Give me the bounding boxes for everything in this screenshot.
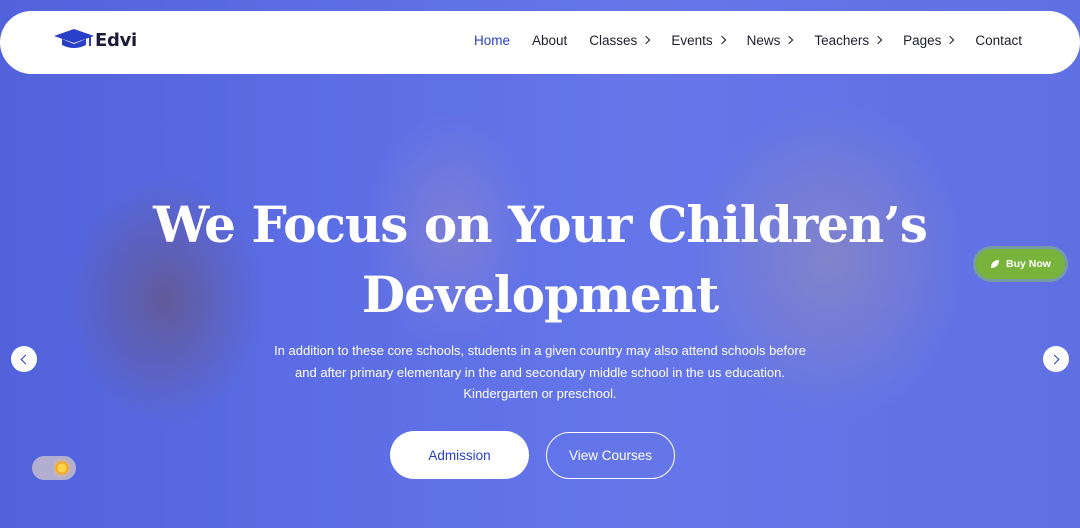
- buy-now-button[interactable]: Buy Now: [976, 249, 1065, 279]
- theme-toggle[interactable]: [32, 456, 76, 480]
- nav-item-label: About: [532, 33, 568, 48]
- nav-item-teachers[interactable]: Teachers: [814, 33, 883, 48]
- hero-description: In addition to these core schools, stude…: [0, 340, 1080, 405]
- hero-description-line-1: In addition to these core schools, stude…: [274, 343, 806, 358]
- hero-description-line-3: Kindergarten or preschool.: [463, 386, 617, 401]
- sun-icon: [53, 459, 71, 477]
- nav-item-label: Home: [474, 33, 511, 48]
- hero-title-line-1: We Focus on Your Children’s: [153, 195, 928, 254]
- nav-item-events[interactable]: Events: [671, 33, 726, 48]
- nav-item-label: Teachers: [814, 33, 870, 48]
- graduation-cap-icon: [54, 29, 94, 48]
- hero-description-line-2: and after primary elementary in the and …: [295, 364, 785, 380]
- view-courses-button[interactable]: View Courses: [546, 432, 675, 479]
- admission-button[interactable]: Admission: [390, 431, 529, 479]
- chevron-right-icon: [1049, 354, 1060, 364]
- nav-item-label: Pages: [903, 33, 942, 48]
- nav-item-label: Classes: [589, 33, 638, 48]
- nav-item-classes[interactable]: Classes: [589, 33, 651, 48]
- logo[interactable]: Edvi: [54, 29, 137, 51]
- nav-item-news[interactable]: News: [746, 33, 794, 48]
- nav-item-pages[interactable]: Pages: [903, 33, 955, 48]
- chevron-left-icon: [20, 354, 31, 364]
- chevron-right-icon: [873, 35, 883, 44]
- nav-item-contact[interactable]: Contact: [975, 33, 1022, 48]
- buy-now-label: Buy Now: [1006, 258, 1051, 270]
- slider-next-button[interactable]: [1043, 346, 1069, 372]
- slider-prev-button[interactable]: [11, 346, 37, 372]
- nav-item-label: News: [746, 33, 781, 48]
- nav-item-home[interactable]: Home: [474, 33, 510, 48]
- hero-title-line-2: Development: [361, 265, 720, 324]
- chevron-right-icon: [717, 35, 726, 44]
- hero-title: We Focus on Your Children’s Development: [0, 190, 1080, 330]
- nav-item-label: Events: [671, 33, 713, 48]
- chevron-right-icon: [785, 35, 794, 44]
- leaf-icon: [991, 260, 1000, 268]
- nav-item-about[interactable]: About: [532, 33, 567, 48]
- navbar: Edvi Home About Classes Events News Teac…: [0, 11, 1080, 74]
- main-menu: Home About Classes Events News Teachers …: [474, 33, 1044, 48]
- hero-section: Edvi Home About Classes Events News Teac…: [0, 0, 1080, 528]
- chevron-right-icon: [642, 35, 651, 44]
- nav-item-label: Contact: [975, 33, 1022, 48]
- chevron-right-icon: [946, 35, 955, 44]
- logo-text: Edvi: [95, 29, 137, 51]
